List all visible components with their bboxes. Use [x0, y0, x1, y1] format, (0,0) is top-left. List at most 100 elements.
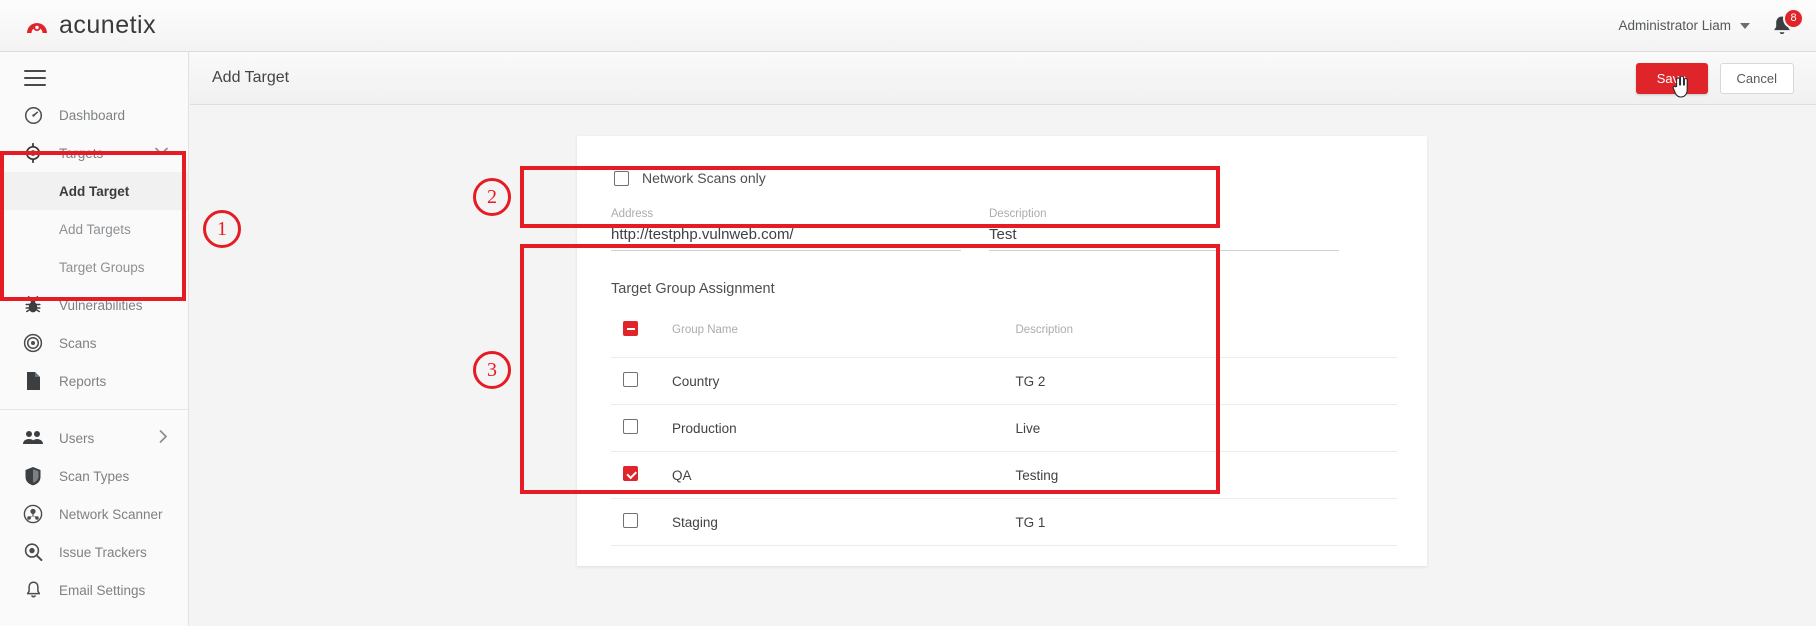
description-field-group: Description	[989, 208, 1339, 251]
add-target-form-card: Network Scans only Address Description T…	[577, 136, 1427, 566]
row-checkbox-cell	[611, 451, 673, 499]
sidebar-item-label: Issue Trackers	[59, 544, 147, 560]
bug-icon	[20, 294, 46, 316]
table-row[interactable]: Production Live	[611, 404, 1397, 452]
column-header-description: Description	[1015, 311, 1397, 358]
row-description: TG 2	[1015, 357, 1397, 405]
row-checkbox[interactable]	[623, 466, 638, 481]
annotation-marker-1: 1	[203, 210, 241, 248]
page-header: Add Target Save Cancel	[190, 52, 1816, 105]
brand-logo[interactable]: acunetix	[24, 11, 156, 40]
sidebar-item-label: Scan Types	[59, 468, 130, 484]
table-header: Group Name Description	[611, 311, 1397, 358]
user-name: Administrator Liam	[1618, 18, 1731, 33]
sidebar-item-email-settings[interactable]: Email Settings	[0, 571, 188, 609]
sidebar-divider	[0, 409, 188, 410]
table-row[interactable]: QA Testing	[611, 451, 1397, 499]
sidebar-item-reports[interactable]: Reports	[0, 362, 188, 400]
description-input[interactable]	[989, 226, 1339, 251]
save-button-label: Save	[1656, 70, 1687, 86]
sidebar-item-label: Network Scanner	[59, 506, 163, 522]
target-group-assignment-table: Group Name Description Country TG 2 Produc…	[611, 311, 1397, 546]
annotation-marker-2: 2	[473, 178, 511, 216]
address-label: Address	[611, 208, 654, 220]
cancel-button[interactable]: Cancel	[1719, 62, 1794, 94]
document-icon	[20, 370, 46, 392]
issue-tracker-icon	[20, 541, 46, 563]
top-bar: acunetix Administrator Liam 8	[0, 0, 1816, 52]
table-row[interactable]: Staging TG 1	[611, 498, 1397, 546]
page-title: Add Target	[212, 69, 290, 86]
table-body: Country TG 2 Production Live QA Testing Stagin…	[611, 357, 1397, 546]
top-bar-right: Administrator Liam 8	[1618, 7, 1816, 41]
sidebar-item-label: Users	[59, 430, 95, 446]
select-all-checkbox[interactable]	[623, 321, 638, 336]
sidebar-item-add-targets[interactable]: Add Targets	[0, 210, 188, 248]
row-checkbox[interactable]	[623, 513, 638, 528]
address-input[interactable]	[611, 226, 961, 251]
sidebar-item-label: Email Settings	[59, 582, 146, 598]
network-scans-only-checkbox[interactable]	[614, 170, 629, 186]
row-description: TG 1	[1015, 498, 1397, 546]
select-all-cell	[611, 311, 673, 358]
save-button[interactable]: Save	[1635, 62, 1708, 98]
row-checkbox-cell	[611, 357, 673, 405]
sidebar: Dashboard Targets Add Target Add Targets…	[0, 52, 189, 626]
sidebar-item-label: Vulnerabilities	[59, 297, 143, 313]
content-area: Network Scans only Address Description T…	[190, 106, 1816, 626]
crosshair-icon	[20, 142, 46, 164]
sidebar-item-network-scanner[interactable]: Network Scanner	[0, 495, 188, 533]
annotation-marker-3: 3	[473, 351, 511, 389]
sidebar-item-users[interactable]: Users	[0, 419, 188, 457]
sidebar-item-label: Scans	[59, 335, 97, 351]
column-header-group-name: Group Name	[672, 311, 1016, 358]
sidebar-item-label: Targets	[59, 145, 104, 161]
address-field-group: Address	[611, 208, 961, 251]
target-group-assignment-title: Target Group Assignment	[611, 281, 775, 297]
sidebar-item-targets[interactable]: Targets	[0, 134, 188, 172]
row-checkbox[interactable]	[623, 372, 638, 387]
row-checkbox-cell	[611, 404, 673, 452]
page-actions: Save Cancel	[1635, 62, 1816, 98]
row-group-name: Production	[672, 404, 1016, 452]
sidebar-subitem-label: Target Groups	[59, 259, 145, 275]
radar-icon	[20, 332, 46, 354]
network-scans-only-label: Network Scans only	[642, 170, 766, 186]
table-row[interactable]: Country TG 2	[611, 357, 1397, 405]
sidebar-item-scans[interactable]: Scans	[0, 324, 188, 362]
sidebar-item-issue-trackers[interactable]: Issue Trackers	[0, 533, 188, 571]
notifications-button[interactable]: 8	[1768, 7, 1804, 41]
acunetix-add-target-screen: acunetix Administrator Liam 8 Dashboard …	[0, 0, 1816, 626]
sidebar-subitem-label: Add Targets	[59, 221, 131, 237]
brand-name: acunetix	[59, 11, 157, 39]
notification-badge: 8	[1783, 7, 1804, 29]
sidebar-item-scan-types[interactable]: Scan Types	[0, 457, 188, 495]
cancel-button-label: Cancel	[1736, 70, 1777, 86]
sidebar-item-vulnerabilities[interactable]: Vulnerabilities	[0, 286, 188, 324]
address-description-fields: Address Description	[611, 208, 1371, 251]
sidebar-item-label: Dashboard	[59, 107, 126, 123]
chevron-down-icon	[1740, 22, 1750, 29]
row-group-name: QA	[672, 451, 1016, 499]
row-description: Live	[1015, 404, 1397, 452]
sidebar-item-label: Reports	[59, 373, 107, 389]
description-label: Description	[989, 208, 1047, 220]
chevron-down-icon	[155, 147, 168, 159]
sidebar-item-add-target[interactable]: Add Target	[0, 172, 188, 210]
bell-outline-icon	[20, 579, 46, 601]
hamburger-icon[interactable]	[24, 70, 46, 86]
row-group-name: Country	[672, 357, 1016, 405]
table-header-row: Group Name Description	[611, 311, 1397, 358]
row-description: Testing	[1015, 451, 1397, 499]
sidebar-subitem-label: Add Target	[59, 183, 130, 199]
row-checkbox[interactable]	[623, 419, 638, 434]
sidebar-item-dashboard[interactable]: Dashboard	[0, 96, 188, 134]
row-checkbox-cell	[611, 498, 673, 546]
acunetix-logo-icon	[24, 13, 50, 39]
shield-icon	[20, 465, 46, 487]
gauge-icon	[20, 104, 46, 126]
user-menu[interactable]: Administrator Liam	[1618, 18, 1750, 33]
chevron-right-icon	[159, 430, 168, 446]
network-scanner-icon	[20, 503, 46, 525]
sidebar-item-target-groups[interactable]: Target Groups	[0, 248, 188, 286]
